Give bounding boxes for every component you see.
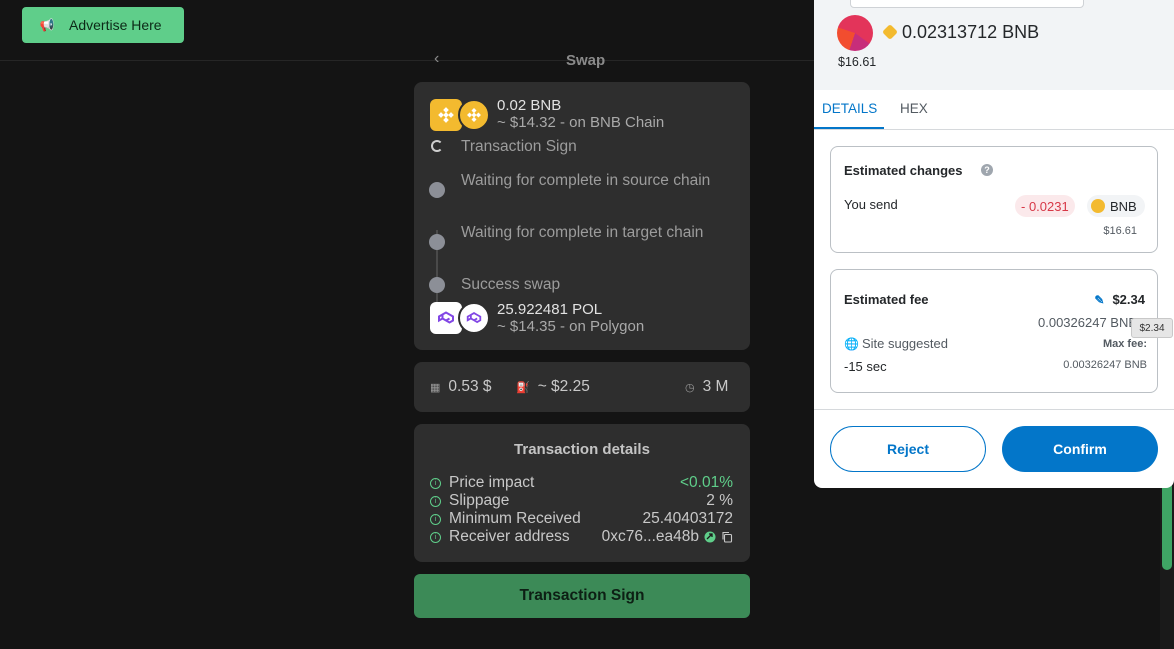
receiver-address-value: 0xc76...ea48b <box>601 528 699 545</box>
confirm-button[interactable]: Confirm <box>1002 426 1158 472</box>
advertise-button[interactable]: 📢 Advertise Here <box>22 7 184 43</box>
fee-tooltip: $2.34 <box>1131 318 1173 338</box>
detail-value: <0.01% <box>679 474 733 491</box>
info-icon: i <box>430 513 441 525</box>
fee-value: 0.53 $ <box>448 378 492 395</box>
back-arrow-icon[interactable]: ‹ <box>434 50 439 68</box>
external-link-icon[interactable] <box>704 531 716 543</box>
detail-label: Receiver address <box>449 528 570 545</box>
send-delta-badge: - 0.0231 <box>1015 195 1075 217</box>
detail-label: Price impact <box>449 474 535 491</box>
tab-hex[interactable]: HEX <box>900 101 928 116</box>
detail-label: Slippage <box>449 492 510 509</box>
info-icon: i <box>430 495 441 507</box>
megaphone-icon: 📢 <box>39 18 55 32</box>
estimated-changes-title: Estimated changes <box>844 163 963 178</box>
gas-stat: ⛽ ~ $2.25 <box>516 378 590 396</box>
from-amount: 0.02 BNB <box>497 97 562 114</box>
bnb-token-icon <box>1091 199 1105 213</box>
fee-value: $2.34 <box>1112 292 1145 307</box>
step-success: Success swap <box>461 276 561 293</box>
swap-title: Swap <box>566 52 606 69</box>
help-icon[interactable]: ? <box>981 164 993 176</box>
polygon-token-icon <box>458 302 490 334</box>
token-pill[interactable]: BNB <box>1087 195 1145 217</box>
step-dot-icon <box>429 234 445 250</box>
detail-label: Minimum Received <box>449 510 581 527</box>
transaction-sign-button[interactable]: Transaction Sign <box>414 574 750 618</box>
copy-icon[interactable] <box>721 531 733 543</box>
advertise-label: Advertise Here <box>69 17 162 33</box>
bnb-icon <box>882 24 898 40</box>
max-fee-value: 0.00326247 BNB <box>1063 359 1147 371</box>
step-transaction-sign: Transaction Sign <box>461 138 577 155</box>
info-icon: i <box>430 477 441 489</box>
info-icon: i <box>430 531 441 543</box>
fee-time: -15 sec <box>844 359 887 374</box>
step-target-chain: Waiting for complete in target chain <box>461 224 704 241</box>
detail-value: 2 % <box>706 492 733 509</box>
receiver-address-wrap: 0xc76...ea48b <box>602 528 733 546</box>
route-card: 0.02 BNB ~ $14.32 - on BNB Chain Transac… <box>414 82 750 350</box>
detail-row-slippage: i Slippage 2 % <box>430 492 733 510</box>
globe-icon: 🌐 <box>844 337 859 351</box>
fee-native-value: 0.00326247 BNB <box>1038 315 1138 330</box>
step-dot-icon <box>429 277 445 293</box>
send-usd-value: $16.61 <box>1103 225 1137 237</box>
active-tab-indicator <box>814 127 884 129</box>
from-amount-usd: ~ $14.32 - on BNB Chain <box>497 114 665 131</box>
to-token-pair <box>430 302 490 334</box>
bnb-token-icon <box>458 99 490 131</box>
step-dot-icon <box>429 182 445 198</box>
spinner-icon <box>431 140 443 152</box>
estimated-fee-box: Estimated fee ✎ $2.34 0.00326247 BNB 🌐 Si… <box>830 269 1158 393</box>
route-stats-card: ▦ 0.53 $ ⛽ ~ $2.25 ◷ 3 M <box>414 362 750 412</box>
fee-stat: ▦ 0.53 $ <box>430 378 492 396</box>
step-source-chain: Waiting for complete in source chain <box>461 172 711 189</box>
reject-button[interactable]: Reject <box>830 426 986 472</box>
detail-row-price-impact: i Price impact <0.01% <box>430 474 733 492</box>
time-value: 3 M <box>702 378 729 395</box>
wallet-confirmation-popup: 0.02313712 BNB $16.61 DETAILS HEX Estima… <box>814 0 1174 488</box>
fee-value-wrap[interactable]: ✎ $2.34 <box>1094 292 1145 307</box>
max-fee-label: Max fee: <box>1102 338 1147 350</box>
you-send-label: You send <box>844 197 898 212</box>
to-amount-usd: ~ $14.35 - on Polygon <box>497 318 645 335</box>
gas-value: ~ $2.25 <box>537 378 590 395</box>
account-avatar <box>837 15 873 51</box>
wallet-tabs: DETAILS HEX <box>814 90 1174 130</box>
detail-row-receiver-address: i Receiver address 0xc76...ea48b <box>430 528 733 546</box>
wallet-amount: 0.02313712 BNB <box>902 22 1040 42</box>
tab-details[interactable]: DETAILS <box>822 101 877 116</box>
wallet-amount-usd: $16.61 <box>838 55 877 69</box>
time-stat: ◷ 3 M <box>685 378 728 396</box>
estimated-changes-box: Estimated changes ? You send - 0.0231 BN… <box>830 146 1158 253</box>
gas-icon: ⛽ <box>516 381 530 394</box>
detail-value: 25.40403172 <box>642 510 733 527</box>
token-symbol: BNB <box>1110 198 1137 214</box>
detail-row-minimum-received: i Minimum Received 25.40403172 <box>430 510 733 528</box>
fee-icon: ▦ <box>430 381 441 394</box>
edit-pencil-icon[interactable]: ✎ <box>1094 293 1104 307</box>
wallet-header: 0.02313712 BNB $16.61 <box>814 0 1174 90</box>
site-suggested[interactable]: 🌐 Site suggested <box>844 336 948 351</box>
wallet-top-field <box>850 0 1084 8</box>
to-amount: 25.922481 POL <box>497 301 603 318</box>
details-title: Transaction details <box>514 441 650 458</box>
estimated-fee-title: Estimated fee <box>844 292 929 307</box>
site-suggested-label: Site suggested <box>861 336 948 351</box>
footer-divider <box>814 409 1174 410</box>
from-token-pair <box>430 99 490 131</box>
clock-icon: ◷ <box>685 381 695 394</box>
transaction-details-card: Transaction details i Price impact <0.01… <box>414 424 750 562</box>
